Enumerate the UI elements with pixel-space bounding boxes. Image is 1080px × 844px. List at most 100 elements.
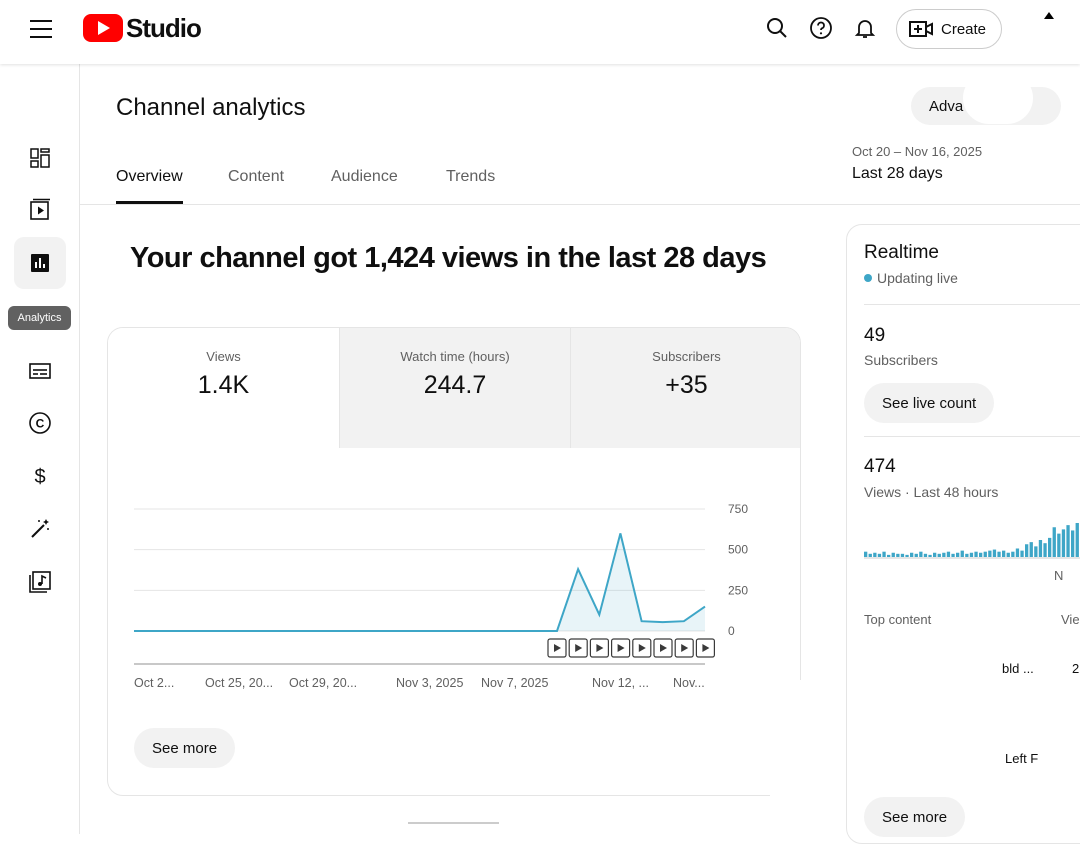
date-range-picker[interactable]: Oct 20 – Nov 16, 2025 Last 28 days — [852, 144, 982, 183]
realtime-bar — [873, 553, 876, 557]
sidebar-item-dashboard[interactable] — [14, 132, 66, 184]
realtime-bar — [910, 553, 913, 557]
subtitles-icon — [28, 359, 52, 383]
earn-icon: $ — [28, 464, 52, 488]
tab-content[interactable]: Content — [228, 168, 284, 186]
realtime-bar — [951, 554, 954, 557]
realtime-bar — [1039, 540, 1042, 557]
hamburger-menu-icon[interactable] — [30, 20, 52, 38]
dashboard-icon — [28, 146, 52, 170]
realtime-bar — [882, 552, 885, 557]
date-range-label: Last 28 days — [852, 165, 982, 183]
top-content-row-title[interactable]: bld ... — [1002, 661, 1034, 676]
account-menu-icon[interactable] — [1044, 12, 1054, 19]
y-tick-label: 750 — [728, 502, 748, 516]
top-content-row-views: 2 — [1072, 661, 1079, 676]
active-tab-indicator — [116, 201, 183, 204]
divider — [864, 436, 1080, 437]
create-button[interactable]: Create — [896, 9, 1002, 49]
analytics-tooltip: Analytics — [8, 306, 71, 330]
realtime-bar — [1025, 544, 1028, 557]
sidebar-item-analytics[interactable] — [14, 237, 66, 289]
obscured-region — [963, 72, 1033, 124]
obscured-region — [770, 680, 846, 834]
x-tick-label: Nov 7, 2025 — [481, 676, 548, 690]
x-tick-label: Nov 12, ... — [592, 676, 649, 690]
metric-label: Views — [108, 349, 339, 364]
see-more-button[interactable]: See more — [134, 728, 235, 768]
bell-icon[interactable] — [853, 16, 877, 40]
metric-tab-watch-time[interactable]: Watch time (hours) 244.7 — [339, 328, 570, 448]
metric-tab-subscribers[interactable]: Subscribers +35 — [570, 328, 801, 448]
top-content-row-title[interactable]: Left F — [1005, 751, 1038, 766]
realtime-axis-label: N — [1054, 568, 1063, 583]
realtime-bar — [928, 555, 931, 557]
metric-label: Subscribers — [571, 349, 801, 364]
realtime-bar — [938, 554, 941, 557]
logo-text: Studio — [126, 13, 201, 44]
tab-audience[interactable]: Audience — [331, 168, 398, 186]
realtime-bar — [1030, 542, 1033, 557]
sidebar-item-audio-library[interactable] — [14, 556, 66, 608]
realtime-bar — [1076, 523, 1079, 557]
realtime-bar — [896, 554, 899, 557]
left-sidebar: Analytics C $ — [0, 64, 80, 834]
realtime-bar — [1002, 551, 1005, 557]
page-title: Channel analytics — [116, 94, 305, 122]
scroll-indicator — [408, 822, 499, 824]
youtube-play-icon — [83, 14, 123, 42]
search-icon[interactable] — [765, 16, 789, 40]
metric-value: +35 — [571, 371, 801, 400]
metric-tab-views[interactable]: Views 1.4K — [108, 328, 339, 448]
realtime-bar — [933, 553, 936, 557]
views-area-fill — [134, 533, 705, 631]
realtime-bar — [965, 554, 968, 557]
realtime-bar — [878, 554, 881, 557]
tab-trends[interactable]: Trends — [446, 168, 495, 186]
analytics-icon — [28, 251, 52, 275]
sidebar-item-content[interactable] — [14, 184, 66, 236]
sidebar-item-earn[interactable]: $ — [14, 450, 66, 502]
realtime-bar — [1057, 534, 1060, 557]
realtime-bar — [993, 550, 996, 557]
audio-library-icon — [28, 570, 52, 594]
svg-text:C: C — [36, 417, 45, 431]
realtime-bar — [1048, 538, 1051, 557]
realtime-bar — [1053, 527, 1056, 557]
realtime-bar — [979, 553, 982, 557]
realtime-bar — [1066, 525, 1069, 557]
views-column-label: Vie — [1061, 612, 1080, 627]
metric-value: 244.7 — [340, 371, 570, 400]
y-tick-label: 0 — [728, 624, 735, 638]
see-live-count-button[interactable]: See live count — [864, 383, 994, 423]
realtime-bar — [997, 552, 1000, 557]
x-tick-label: Nov 3, 2025 — [396, 676, 463, 690]
sidebar-item-customization[interactable] — [14, 503, 66, 555]
y-tick-label: 500 — [728, 543, 748, 557]
realtime-card: Realtime Updating live 49 Subscribers Se… — [846, 224, 1080, 844]
realtime-bar — [988, 551, 991, 557]
metric-label: Watch time (hours) — [340, 349, 570, 364]
realtime-bar — [1011, 552, 1014, 557]
metric-value: 1.4K — [108, 371, 339, 400]
realtime-views-count: 474 — [864, 456, 896, 478]
realtime-bar — [905, 555, 908, 557]
magic-wand-icon — [28, 517, 52, 541]
realtime-bar — [869, 554, 872, 557]
top-content-label: Top content — [864, 612, 931, 627]
tab-overview[interactable]: Overview — [116, 168, 183, 186]
studio-logo[interactable]: Studio — [83, 14, 201, 42]
help-icon[interactable] — [809, 16, 833, 40]
sidebar-item-copyright[interactable]: C — [14, 397, 66, 449]
realtime-views-label: Views · Last 48 hours — [864, 484, 998, 500]
realtime-bar — [974, 552, 977, 557]
realtime-bar — [887, 555, 890, 557]
views-line-chart: 7505002500Oct 2...Oct 25, 20...Oct 29, 2… — [107, 447, 801, 707]
realtime-subscribers-count: 49 — [864, 325, 885, 347]
realtime-status: Updating live — [864, 270, 958, 286]
realtime-see-more-button[interactable]: See more — [864, 797, 965, 837]
realtime-bar — [970, 553, 973, 557]
realtime-bar — [1016, 549, 1019, 558]
sidebar-item-subtitles[interactable] — [14, 345, 66, 397]
realtime-bar — [984, 552, 987, 557]
